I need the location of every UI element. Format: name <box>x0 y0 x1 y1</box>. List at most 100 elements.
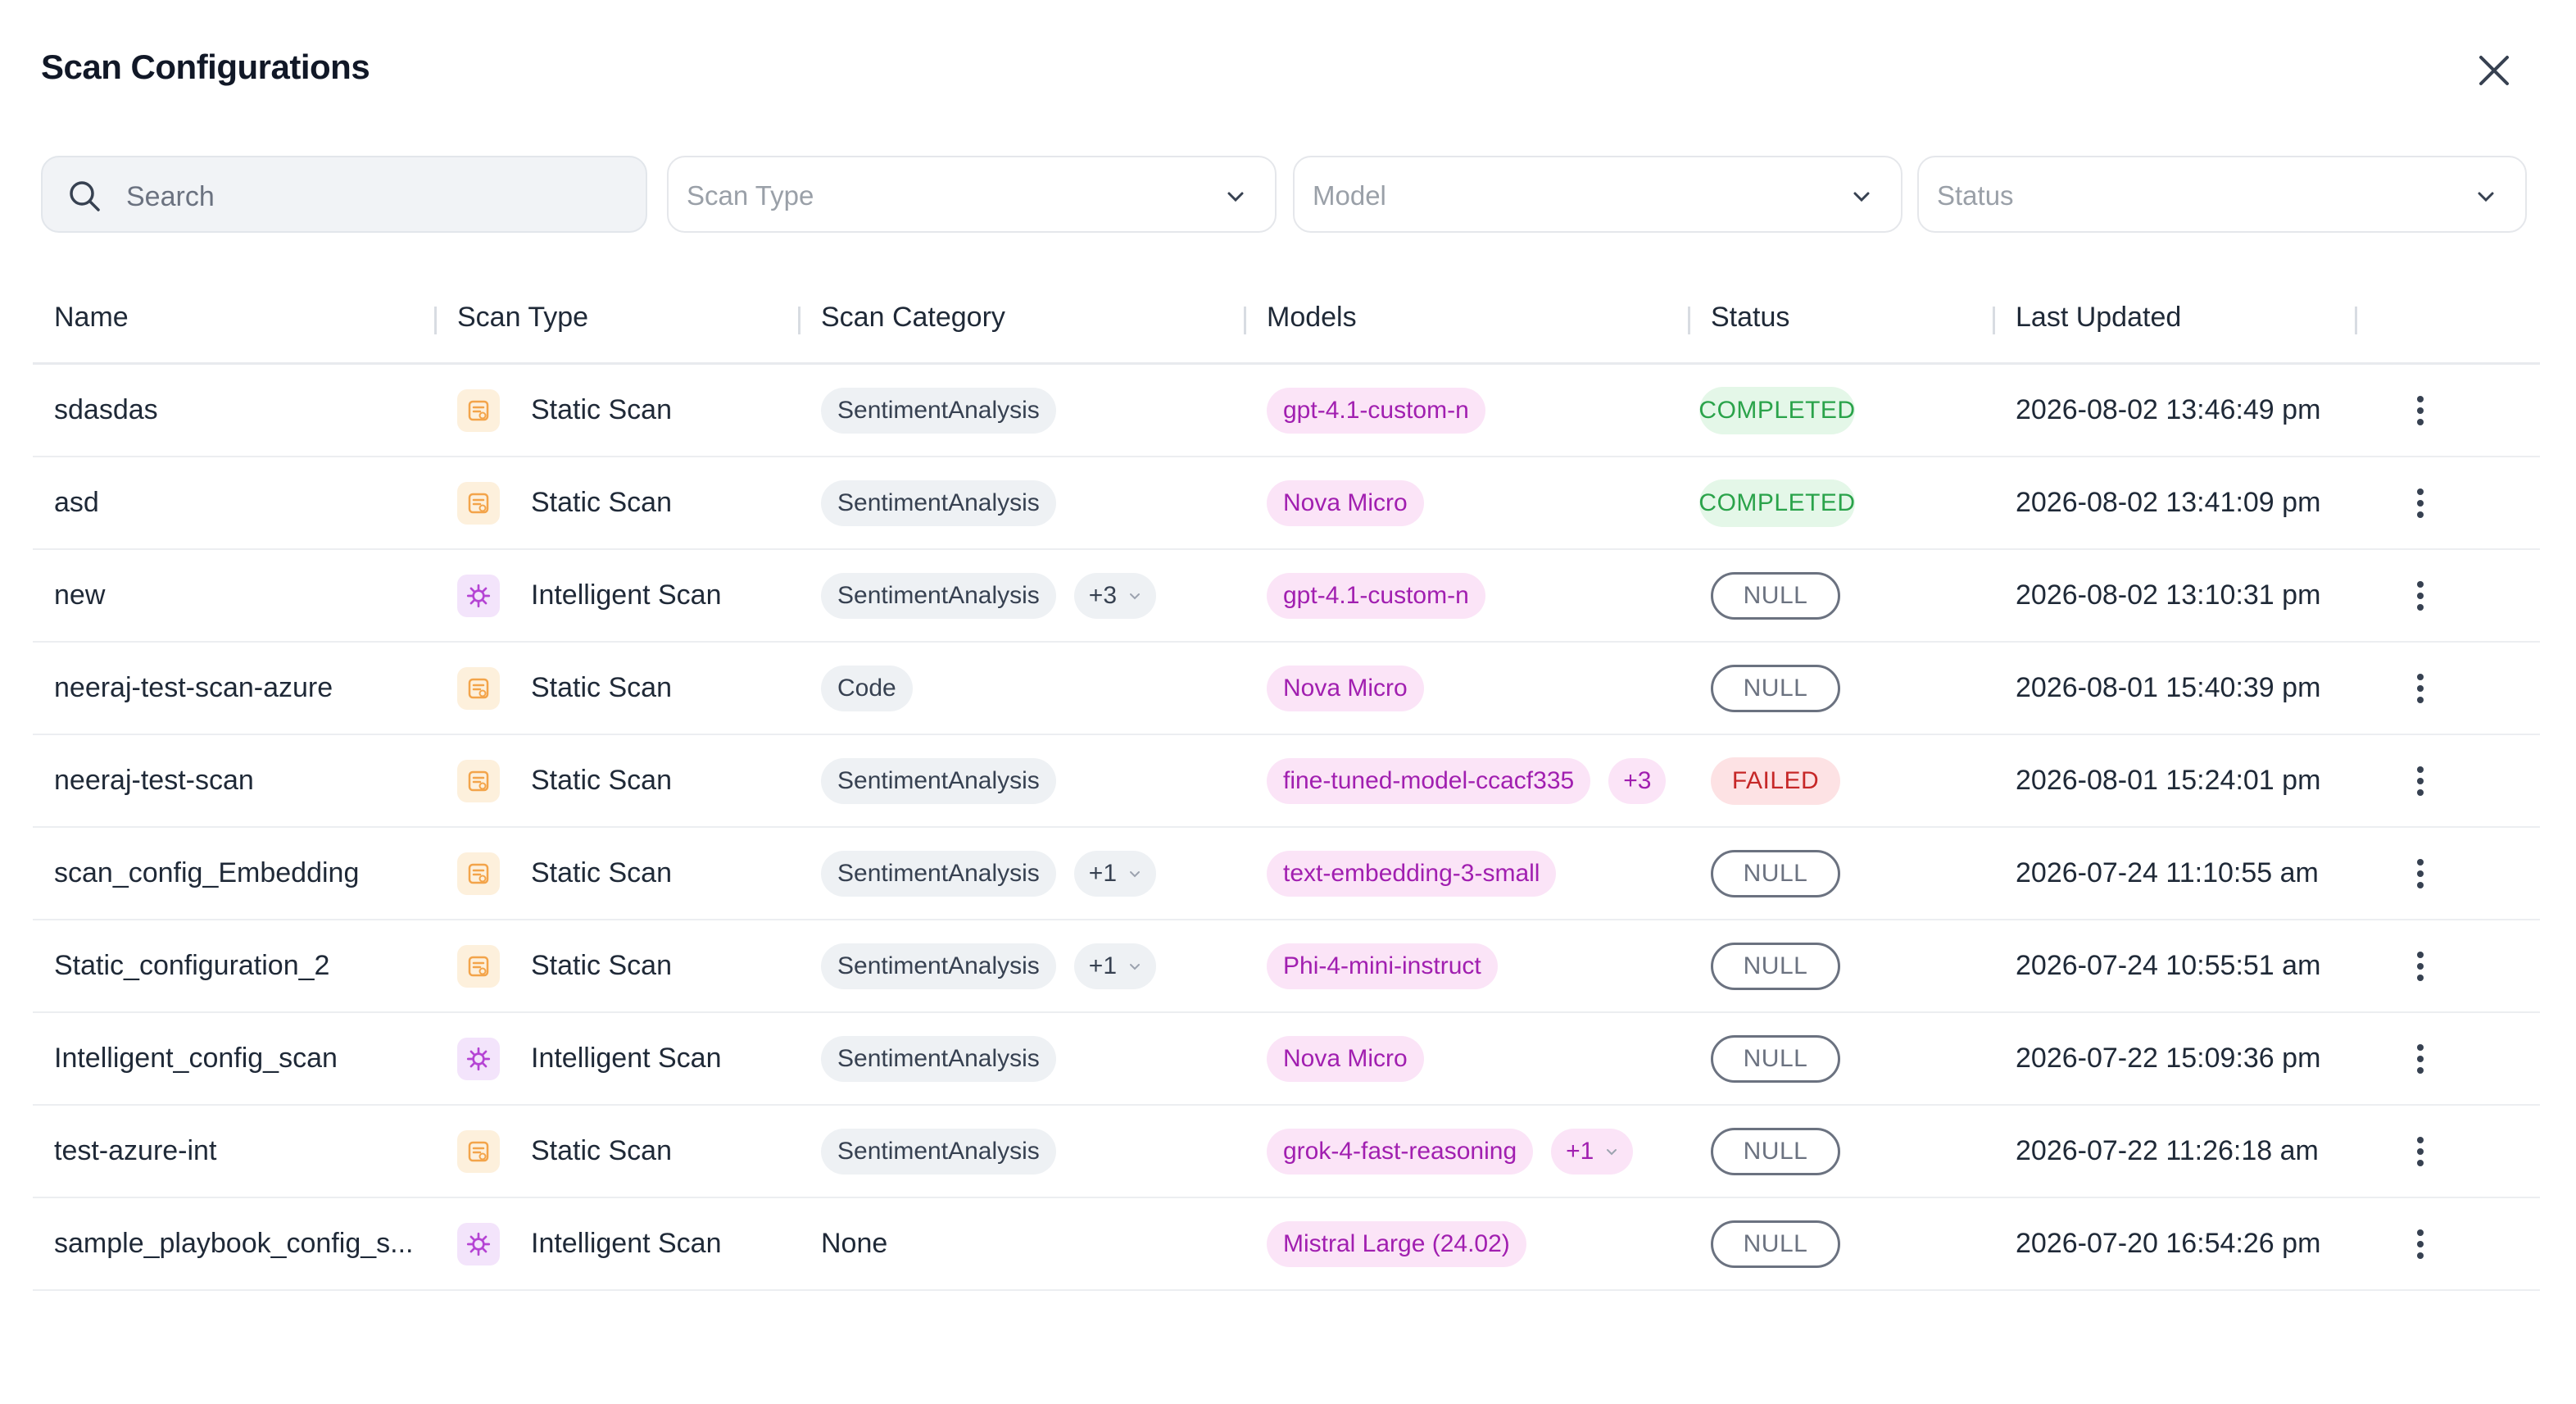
model-chip: gpt-4.1-custom-n <box>1267 572 1485 619</box>
search-input[interactable] <box>125 175 619 218</box>
model-more-count: +1 <box>1566 1137 1594 1165</box>
row-status: NULL <box>1711 643 1840 734</box>
model-more-chip[interactable]: +1 <box>1551 1128 1634 1175</box>
table-row[interactable]: Intelligent_config_scan Intelligent Scan… <box>33 1013 2540 1106</box>
table-row[interactable]: sample_playbook_config_s... Intelligent … <box>33 1198 2540 1291</box>
category-more-chip[interactable]: +1 <box>1073 850 1157 897</box>
table-row[interactable]: neeraj-test-scan-azure Static Scan Code … <box>33 643 2540 735</box>
row-last-updated: 2026-07-20 16:54:26 pm <box>2016 1228 2321 1259</box>
more-vertical-icon <box>2417 1229 2424 1259</box>
row-scan-type: Static Scan <box>457 828 672 919</box>
row-scan-type: Static Scan <box>457 735 672 826</box>
row-actions-button[interactable] <box>2404 735 2437 826</box>
status-select[interactable]: Status <box>1917 156 2527 233</box>
row-scan-category: SentimentAnalysis +1 <box>821 828 1157 919</box>
row-status: NULL <box>1711 550 1840 641</box>
category-more-chip[interactable]: +3 <box>1073 572 1157 619</box>
search-icon <box>70 181 100 211</box>
row-actions-button[interactable] <box>2404 1013 2437 1104</box>
row-last-updated: 2026-08-01 15:40:39 pm <box>2016 672 2321 703</box>
model-chip: Nova Micro <box>1267 665 1424 711</box>
column-header-last-updated[interactable]: Last Updated <box>2016 302 2181 334</box>
static-scan-icon <box>457 1129 500 1173</box>
row-status: NULL <box>1711 1013 1840 1104</box>
chevron-down-icon <box>2478 192 2494 202</box>
row-name: scan_config_Embedding <box>54 857 360 888</box>
column-divider[interactable] <box>2355 307 2357 334</box>
row-actions-button[interactable] <box>2404 643 2437 734</box>
row-scan-type: Intelligent Scan <box>457 1198 722 1289</box>
row-actions-button[interactable] <box>2404 920 2437 1011</box>
row-actions-button[interactable] <box>2404 457 2437 548</box>
scan-type-label: Static Scan <box>531 672 672 703</box>
row-models: gpt-4.1-custom-n <box>1267 365 1485 456</box>
row-scan-category: SentimentAnalysis <box>821 457 1056 548</box>
table-row[interactable]: sdasdas Static Scan SentimentAnalysis gp… <box>33 365 2540 457</box>
status-badge: FAILED <box>1711 757 1840 805</box>
model-more-chip[interactable]: +3 <box>1608 757 1667 804</box>
row-name: sample_playbook_config_s... <box>54 1228 414 1259</box>
intelligent-scan-icon <box>457 1222 500 1265</box>
more-vertical-icon <box>2417 766 2424 796</box>
row-actions-button[interactable] <box>2404 1106 2437 1197</box>
column-header-status[interactable]: Status <box>1711 302 1789 334</box>
intelligent-scan-icon <box>457 574 500 617</box>
category-more-count: +1 <box>1088 859 1118 887</box>
column-divider[interactable] <box>1688 307 1690 334</box>
row-scan-category: SentimentAnalysis +3 <box>821 550 1157 641</box>
more-vertical-icon <box>2417 395 2424 425</box>
table-row[interactable]: asd Static Scan SentimentAnalysis Nova M… <box>33 457 2540 550</box>
close-icon[interactable] <box>2474 51 2514 90</box>
model-chip: Phi-4-mini-instruct <box>1267 943 1498 989</box>
table-header: Name Scan Type Scan Category Models Stat… <box>33 270 2540 365</box>
category-more-count: +3 <box>1088 581 1118 609</box>
column-divider[interactable] <box>798 307 800 334</box>
table-row[interactable]: neeraj-test-scan Static Scan SentimentAn… <box>33 735 2540 828</box>
scan-type-select[interactable]: Scan Type <box>667 156 1277 233</box>
scan-type-label: Static Scan <box>531 1135 672 1166</box>
row-actions-button[interactable] <box>2404 1198 2437 1289</box>
column-header-scan-category[interactable]: Scan Category <box>821 302 1005 334</box>
filter-bar: Scan Type Model Status <box>41 156 2542 234</box>
static-scan-icon <box>457 852 500 895</box>
intelligent-scan-icon <box>457 1037 500 1080</box>
row-name: neeraj-test-scan-azure <box>54 672 333 703</box>
row-scan-category: SentimentAnalysis <box>821 735 1056 826</box>
column-header-name[interactable]: Name <box>54 302 129 334</box>
row-actions-button[interactable] <box>2404 828 2437 919</box>
more-vertical-icon <box>2417 951 2424 981</box>
table-row[interactable]: new Intelligent Scan SentimentAnalysis +3… <box>33 550 2540 643</box>
status-badge: COMPLETED <box>1698 479 1855 527</box>
table-row[interactable]: Static_configuration_2 Static Scan Senti… <box>33 920 2540 1013</box>
static-scan-icon <box>457 944 500 988</box>
category-chip: SentimentAnalysis <box>821 850 1056 897</box>
row-scan-type: Static Scan <box>457 643 672 734</box>
row-name: neeraj-test-scan <box>54 765 254 796</box>
row-actions-button[interactable] <box>2404 365 2437 456</box>
category-more-chip[interactable]: +1 <box>1073 943 1157 989</box>
row-name: Static_configuration_2 <box>54 950 330 981</box>
column-header-scan-type[interactable]: Scan Type <box>457 302 588 334</box>
search-box[interactable] <box>41 156 647 233</box>
model-select[interactable]: Model <box>1293 156 1903 233</box>
table-row[interactable]: scan_config_Embedding Static Scan Sentim… <box>33 828 2540 920</box>
table-row[interactable]: test-azure-int Static Scan SentimentAnal… <box>33 1106 2540 1198</box>
status-badge: COMPLETED <box>1698 386 1855 434</box>
model-chip: grok-4-fast-reasoning <box>1267 1128 1534 1175</box>
column-divider[interactable] <box>1993 307 1995 334</box>
scan-type-label: Static Scan <box>531 950 672 981</box>
row-scan-category: SentimentAnalysis <box>821 1106 1056 1197</box>
more-vertical-icon <box>2417 673 2424 703</box>
more-vertical-icon <box>2417 580 2424 611</box>
column-header-models[interactable]: Models <box>1267 302 1357 334</box>
column-divider[interactable] <box>434 307 437 334</box>
row-last-updated: 2026-07-24 11:10:55 am <box>2016 857 2319 888</box>
model-placeholder: Model <box>1313 180 1386 211</box>
status-badge: NULL <box>1711 1220 1840 1268</box>
row-models: Phi-4-mini-instruct <box>1267 920 1498 1011</box>
column-divider[interactable] <box>1244 307 1246 334</box>
row-scan-category: None <box>821 1198 887 1289</box>
row-actions-button[interactable] <box>2404 550 2437 641</box>
row-status: FAILED <box>1711 735 1840 826</box>
chevron-down-icon <box>1130 963 1141 970</box>
